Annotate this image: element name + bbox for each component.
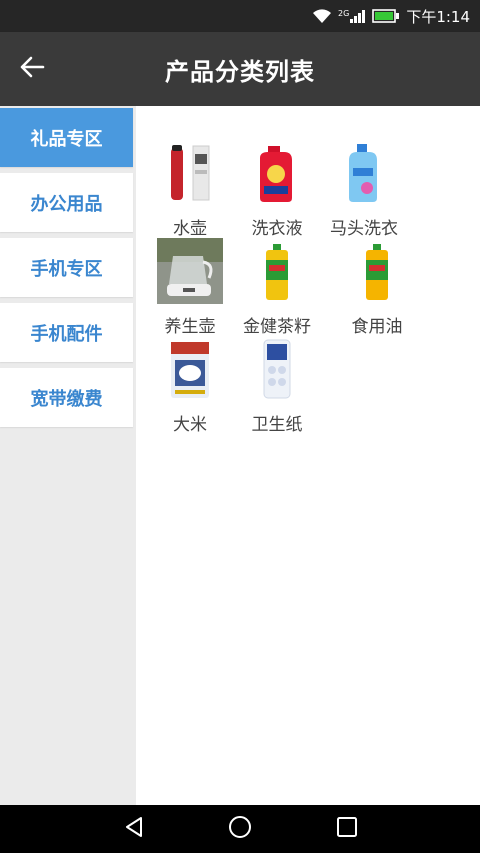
nav-home-button[interactable]: [210, 805, 270, 853]
cooking-oil-image: [344, 238, 410, 304]
page-title: 产品分类列表: [165, 57, 315, 86]
wifi-icon: [312, 8, 332, 24]
product-name: 马头洗衣: [330, 219, 398, 239]
app-bar: 产品分类列表: [0, 32, 480, 106]
recents-square-icon: [337, 817, 357, 841]
tea-seed-oil-image: [244, 238, 310, 304]
product-thumbnail: [244, 140, 310, 206]
sidebar-item-phones[interactable]: 手机专区: [0, 238, 133, 297]
product-thumbnail: [157, 238, 223, 304]
product-item[interactable]: 马头洗衣: [321, 140, 407, 239]
product-thumbnail: [157, 336, 223, 402]
product-thumbnail: [344, 238, 410, 304]
home-circle-icon: [228, 815, 252, 843]
nav-back-button[interactable]: [104, 805, 164, 853]
arrow-left-icon: [19, 56, 45, 82]
product-name: 卫生纸: [251, 415, 303, 435]
rice-bag-image: [157, 336, 223, 402]
product-item[interactable]: 食用油: [334, 238, 420, 337]
nav-recents-button[interactable]: [317, 805, 377, 853]
product-item[interactable]: 养生壶: [147, 238, 233, 337]
product-item[interactable]: 大米: [147, 336, 233, 435]
status-time: 下午1:14: [406, 7, 470, 26]
product-thumbnail: [157, 140, 223, 206]
product-grid: 水壶 洗衣液 马头洗衣 养生壶 金健茶籽 食用油 大米 卫生纸: [136, 106, 480, 805]
product-name: 金健茶籽: [243, 317, 311, 337]
kettle-image: [157, 140, 223, 206]
back-button[interactable]: [14, 51, 50, 87]
product-name: 食用油: [351, 317, 403, 337]
product-item[interactable]: 金健茶籽: [234, 238, 320, 337]
product-item[interactable]: 洗衣液: [234, 140, 320, 239]
product-item[interactable]: 卫生纸: [234, 336, 320, 435]
product-name: 洗衣液: [251, 219, 303, 239]
product-item[interactable]: 水壶: [147, 140, 233, 239]
status-bar: 2G 下午1:14: [0, 0, 480, 32]
system-nav-bar: [0, 805, 480, 853]
back-triangle-icon: [123, 816, 145, 842]
network-label: 2G: [338, 9, 350, 18]
sidebar-item-office-supplies[interactable]: 办公用品: [0, 173, 133, 232]
product-thumbnail: [331, 140, 397, 206]
product-name: 养生壶: [164, 317, 216, 337]
battery-icon: [372, 9, 400, 23]
sidebar-item-phone-accessories[interactable]: 手机配件: [0, 303, 133, 362]
sidebar-item-gifts[interactable]: 礼品专区: [0, 108, 133, 167]
product-thumbnail: [244, 238, 310, 304]
product-thumbnail: [244, 336, 310, 402]
product-name: 水壶: [173, 219, 207, 239]
health-pot-image: [157, 238, 223, 304]
signal-icon: 2G: [338, 9, 366, 23]
detergent-image: [244, 140, 310, 206]
category-sidebar: 礼品专区 办公用品 手机专区 手机配件 宽带缴费: [0, 106, 136, 805]
toilet-paper-image: [244, 336, 310, 402]
sidebar-item-broadband-payment[interactable]: 宽带缴费: [0, 368, 133, 427]
product-name: 大米: [173, 415, 207, 435]
laundry-bottle-image: [331, 140, 397, 206]
